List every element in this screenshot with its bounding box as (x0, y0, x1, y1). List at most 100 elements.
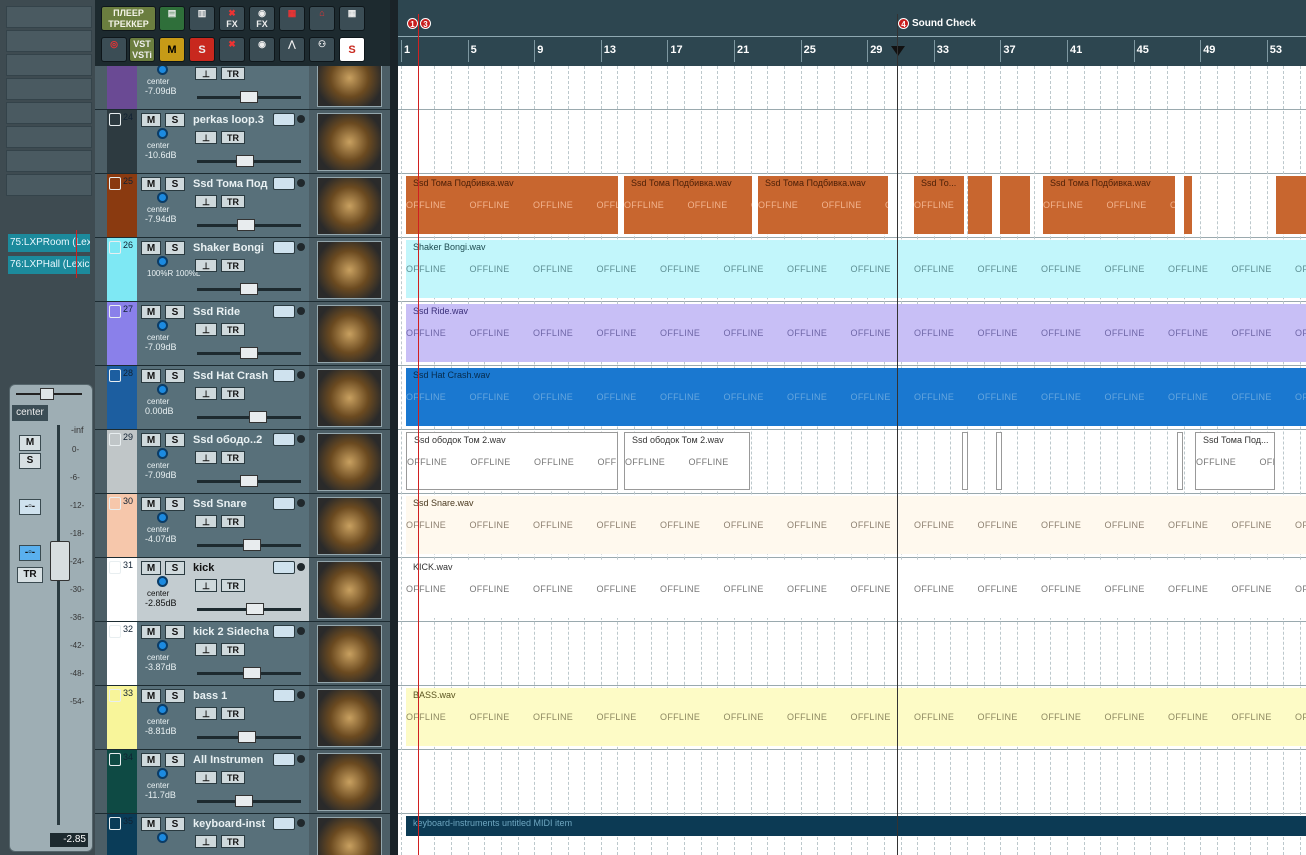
volume-fader-thumb[interactable] (246, 603, 264, 615)
mute-button[interactable]: M (141, 113, 161, 127)
track-name[interactable]: kick 2 Sidecha (193, 626, 271, 638)
track-row[interactable]: MScenter-7.09dB⊥TR (95, 66, 390, 110)
track-body[interactable]: M Sbass 1 center -8.81dB ⊥ TR (137, 686, 309, 749)
tr-button[interactable]: TR (221, 579, 245, 592)
record-arm-icon[interactable] (297, 371, 305, 379)
track-row[interactable]: 27 M S Ssd Ride center -7.09dB ⊥ TR (95, 302, 390, 366)
fx-route-button[interactable]: -▫- (19, 545, 41, 561)
fx-button[interactable]: ⊥ (195, 323, 217, 336)
clear-button[interactable]: ✖ (219, 37, 245, 62)
record-arm-icon[interactable] (297, 307, 305, 315)
panel-divider[interactable] (390, 0, 398, 855)
media-item[interactable]: KICK.wav OFFLINE OFFLINE OFFLINE OFFLINE … (406, 560, 1306, 618)
pan-knob-icon[interactable] (157, 704, 168, 715)
track-body[interactable]: M S Ssd Hat Crash center 0.00dB ⊥ TR (137, 366, 309, 429)
route-button[interactable] (273, 625, 295, 638)
fx-button[interactable]: ⊥ (195, 195, 217, 208)
track-body[interactable]: M Skick 2 Sidecha center -3.87dB ⊥ TR (137, 622, 309, 685)
media-item[interactable] (1184, 176, 1192, 234)
volume-fader[interactable] (197, 539, 301, 551)
volume-fader-thumb[interactable] (50, 541, 70, 581)
send-lxphall[interactable]: 76:LXPHall (Lexico (8, 256, 90, 274)
volume-fader-thumb[interactable] (240, 347, 258, 359)
marker-3[interactable]: 3 (420, 18, 431, 29)
edit-cursor-icon[interactable] (891, 46, 905, 56)
player-tracker-button[interactable]: ПЛЕЕР ТРЕККЕР (101, 6, 156, 31)
track-name[interactable]: All Instrumen (193, 754, 271, 766)
mute-button[interactable]: M (141, 625, 161, 639)
volume-fader-track[interactable] (57, 425, 60, 825)
volume-fader[interactable] (197, 603, 301, 615)
tr-button[interactable]: TR (221, 259, 245, 272)
route-button[interactable] (273, 561, 295, 574)
volume-fader[interactable] (197, 91, 301, 103)
solo-button[interactable]: S (165, 241, 185, 255)
solo-button[interactable]: S (165, 625, 185, 639)
pan-knob-icon[interactable] (157, 640, 168, 651)
solo-button[interactable]: S (165, 689, 185, 703)
record-arm-icon[interactable] (297, 243, 305, 251)
volume-fader[interactable] (197, 667, 301, 679)
tr-button[interactable]: TR (221, 131, 245, 144)
fx-button[interactable]: ⊥ (195, 771, 217, 784)
fx-button[interactable]: ⊥ (195, 579, 217, 592)
media-item[interactable]: Ssd Ride.wav OFFLINE OFFLINE OFFLINE OFFL… (406, 304, 1306, 362)
fx-button[interactable]: ⊥ (195, 643, 217, 656)
solo-button[interactable]: S (165, 817, 185, 831)
tr-button[interactable]: TR (221, 387, 245, 400)
fx-button[interactable]: ⊥ (195, 259, 217, 272)
track-row[interactable]: 33 M Sbass 1 center -8.81dB ⊥ TR (95, 686, 390, 750)
track-body[interactable]: M S Ssd Snare center -4.07dB ⊥ TR (137, 494, 309, 557)
mute-button[interactable]: M (141, 433, 161, 447)
solo-button[interactable]: S (165, 753, 185, 767)
volume-fader-thumb[interactable] (243, 539, 261, 551)
routing-matrix-button[interactable]: ▦ (279, 6, 305, 31)
route-button[interactable] (273, 113, 295, 126)
mute-button[interactable]: M (141, 177, 161, 191)
tr-button[interactable]: TR (221, 323, 245, 336)
mute-button[interactable]: M (141, 241, 161, 255)
media-item[interactable]: Ssd Тома Подбивка.wav OFFLINE OFFLINE OFF… (758, 176, 888, 234)
media-item[interactable]: Ssd ободок Том 2.wav OFFLINE OFFLINE OFFL… (624, 432, 750, 490)
pan-knob-icon[interactable] (157, 66, 168, 75)
tr-button[interactable]: TR (221, 195, 245, 208)
mute-button[interactable]: M (19, 435, 41, 451)
record-arm-icon[interactable] (297, 563, 305, 571)
route-button[interactable] (273, 689, 295, 702)
fx-button[interactable]: ⊥ (195, 707, 217, 720)
mute-button[interactable]: M (141, 689, 161, 703)
record-arm-icon[interactable] (297, 819, 305, 827)
volume-fader[interactable] (197, 347, 301, 359)
media-item[interactable] (1276, 176, 1306, 234)
track-row[interactable]: 29 M S Ssd ободо..2 center -7.09dB ⊥ TR (95, 430, 390, 494)
media-item[interactable]: Ssd Тома Под... OFFLINE OFFLINE OFFLINE O… (1195, 432, 1275, 490)
track-name[interactable]: Ssd Snare (193, 498, 271, 510)
mute-button[interactable]: M (141, 817, 161, 831)
tr-button[interactable]: TR (221, 707, 245, 720)
track-name[interactable]: bass 1 (193, 690, 271, 702)
media-item[interactable] (968, 176, 992, 234)
fx-bypass-button[interactable]: ✖ FX (219, 6, 245, 31)
mute-button[interactable]: M (141, 369, 161, 383)
media-item[interactable]: Ssd Snare.wav OFFLINE OFFLINE OFFLINE OFF… (406, 496, 1306, 554)
pan-knob-icon[interactable] (157, 576, 168, 587)
pan-knob-icon[interactable] (157, 384, 168, 395)
volume-fader[interactable] (197, 795, 301, 807)
track-name[interactable]: Ssd ободо..2 (193, 434, 271, 446)
track-body[interactable]: M S Ssd Ride center -7.09dB ⊥ TR (137, 302, 309, 365)
route-button[interactable] (273, 433, 295, 446)
calculator-button[interactable]: ▦ (339, 6, 365, 31)
solo-button[interactable]: S (19, 453, 41, 469)
media-item[interactable]: Ssd Тома Подбивка.wav OFFLINE OFFLINE OFF… (624, 176, 752, 234)
fx-button[interactable]: ⊥ (195, 515, 217, 528)
track-name[interactable]: Shaker Bongi (193, 242, 271, 254)
track-row[interactable]: 24 M Sperkas loop.3 center -10.6dB ⊥ TR (95, 110, 390, 174)
mute-button[interactable]: M (141, 305, 161, 319)
pan-knob-icon[interactable] (157, 832, 168, 843)
arrange-view[interactable]: Ssd Тома Подбивка.wav OFFLINE OFFLINE OFF… (398, 66, 1306, 855)
track-name[interactable]: keyboard-inst (193, 818, 271, 830)
envelope-view-button[interactable]: ◉ (249, 37, 275, 62)
solo-button[interactable]: S (165, 113, 185, 127)
volume-fader-thumb[interactable] (243, 667, 261, 679)
track-row[interactable]: 32 M Skick 2 Sidecha center -3.87dB ⊥ TR (95, 622, 390, 686)
